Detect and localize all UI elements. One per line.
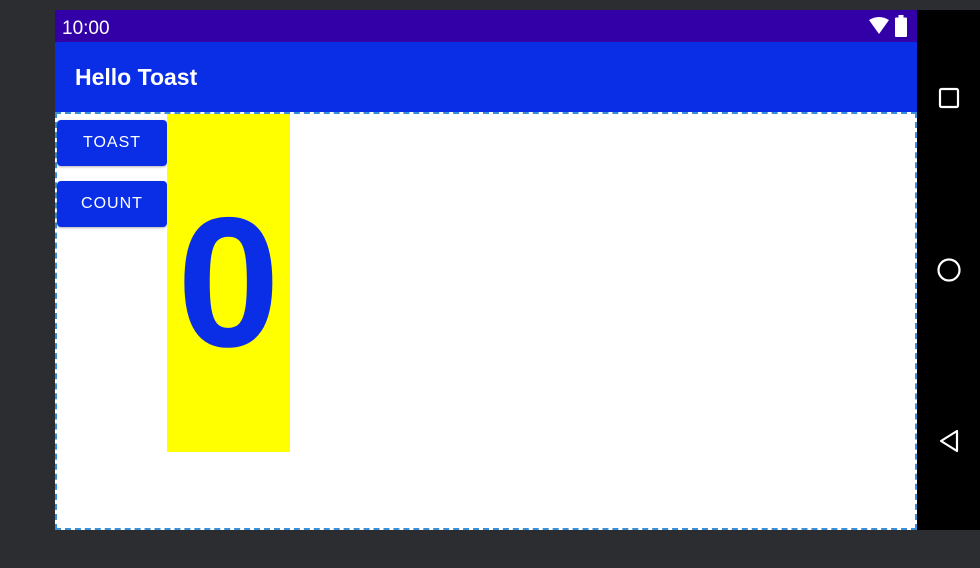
count-display: 0 [167, 114, 290, 452]
status-icons [868, 15, 907, 42]
app-bar: Hello Toast [55, 42, 917, 112]
status-bar: 10:00 [55, 10, 917, 42]
back-icon[interactable] [934, 426, 964, 456]
home-icon[interactable] [934, 255, 964, 285]
wifi-icon [868, 17, 890, 40]
app-title: Hello Toast [75, 64, 198, 90]
layout-content: TOAST COUNT 0 [55, 112, 917, 530]
count-button[interactable]: COUNT [57, 181, 167, 227]
emulator-device: 10:00 Hello Toast TOAST COUNT 0 [55, 10, 980, 530]
count-value: 0 [177, 179, 280, 386]
navigation-bar [917, 10, 980, 530]
battery-icon [895, 15, 907, 42]
toast-button[interactable]: TOAST [57, 120, 167, 166]
status-time: 10:00 [62, 18, 110, 39]
recents-icon[interactable] [934, 83, 964, 113]
device-screen: 10:00 Hello Toast TOAST COUNT 0 [55, 10, 917, 530]
